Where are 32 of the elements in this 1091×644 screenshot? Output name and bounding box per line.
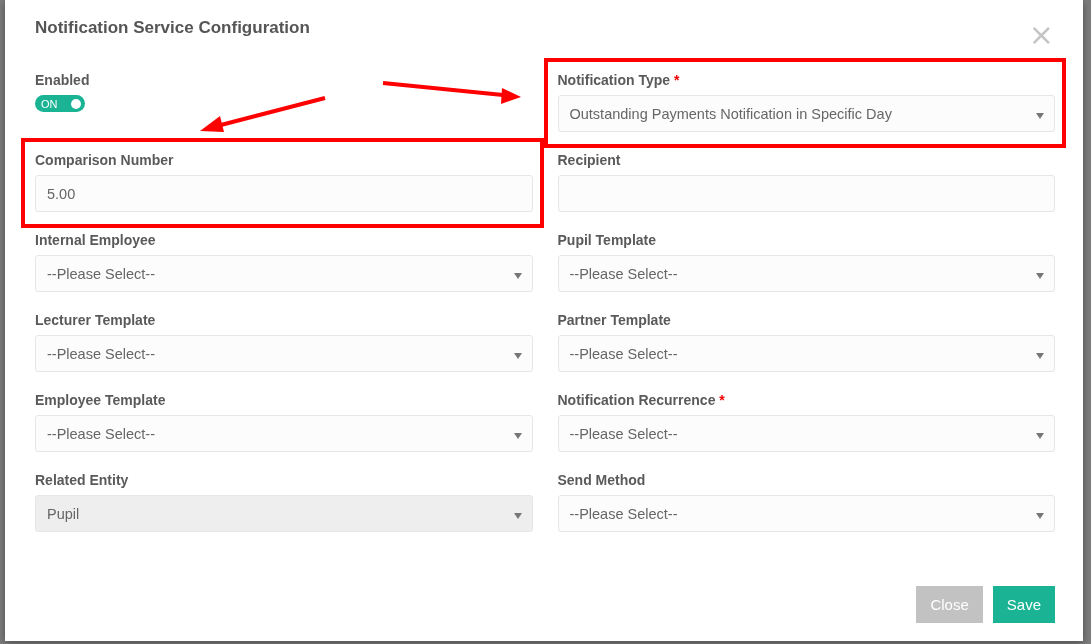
field-label: Lecturer Template (35, 312, 156, 328)
field-label: Comparison Number (35, 152, 174, 168)
field-label: Notification Recurrence * (557, 392, 725, 408)
field-label: Employee Template (35, 392, 166, 408)
caret-icon (1036, 272, 1044, 279)
field-label: Pupil Template (557, 232, 657, 248)
caret-icon (513, 512, 522, 519)
caret-icon (1036, 432, 1044, 439)
field-label: Recipient (557, 152, 621, 168)
field-label: Internal Employee (35, 232, 156, 248)
field-label: Related Entity (35, 472, 129, 488)
caret-icon (513, 432, 522, 439)
caret-icon (513, 352, 522, 359)
field-label: Send Method (557, 472, 646, 488)
select-field[interactable]: --Please Select-- (557, 415, 1055, 452)
select-field[interactable]: Outstanding Payments Notification in Specific Day (557, 95, 1055, 132)
field-label: Enabled (35, 72, 90, 88)
input-field[interactable] (557, 175, 1055, 212)
field-label: Notification Type * (557, 72, 680, 88)
caret-icon (1036, 112, 1044, 119)
caret-icon (1036, 512, 1044, 519)
select-field[interactable]: --Please Select-- (557, 255, 1055, 292)
select-field[interactable]: --Please Select-- (557, 335, 1055, 372)
select-field[interactable]: --Please Select-- (35, 415, 533, 452)
caret-icon (513, 272, 522, 279)
field-label: Partner Template (557, 312, 671, 328)
select-field[interactable]: --Please Select-- (35, 335, 533, 372)
select-field[interactable]: --Please Select-- (557, 495, 1055, 532)
input-field[interactable]: 5.00 (35, 175, 533, 212)
dialog-title: Notification Service Configuration (35, 18, 310, 38)
caret-icon (1036, 352, 1044, 359)
select-field[interactable]: --Please Select-- (35, 255, 533, 292)
